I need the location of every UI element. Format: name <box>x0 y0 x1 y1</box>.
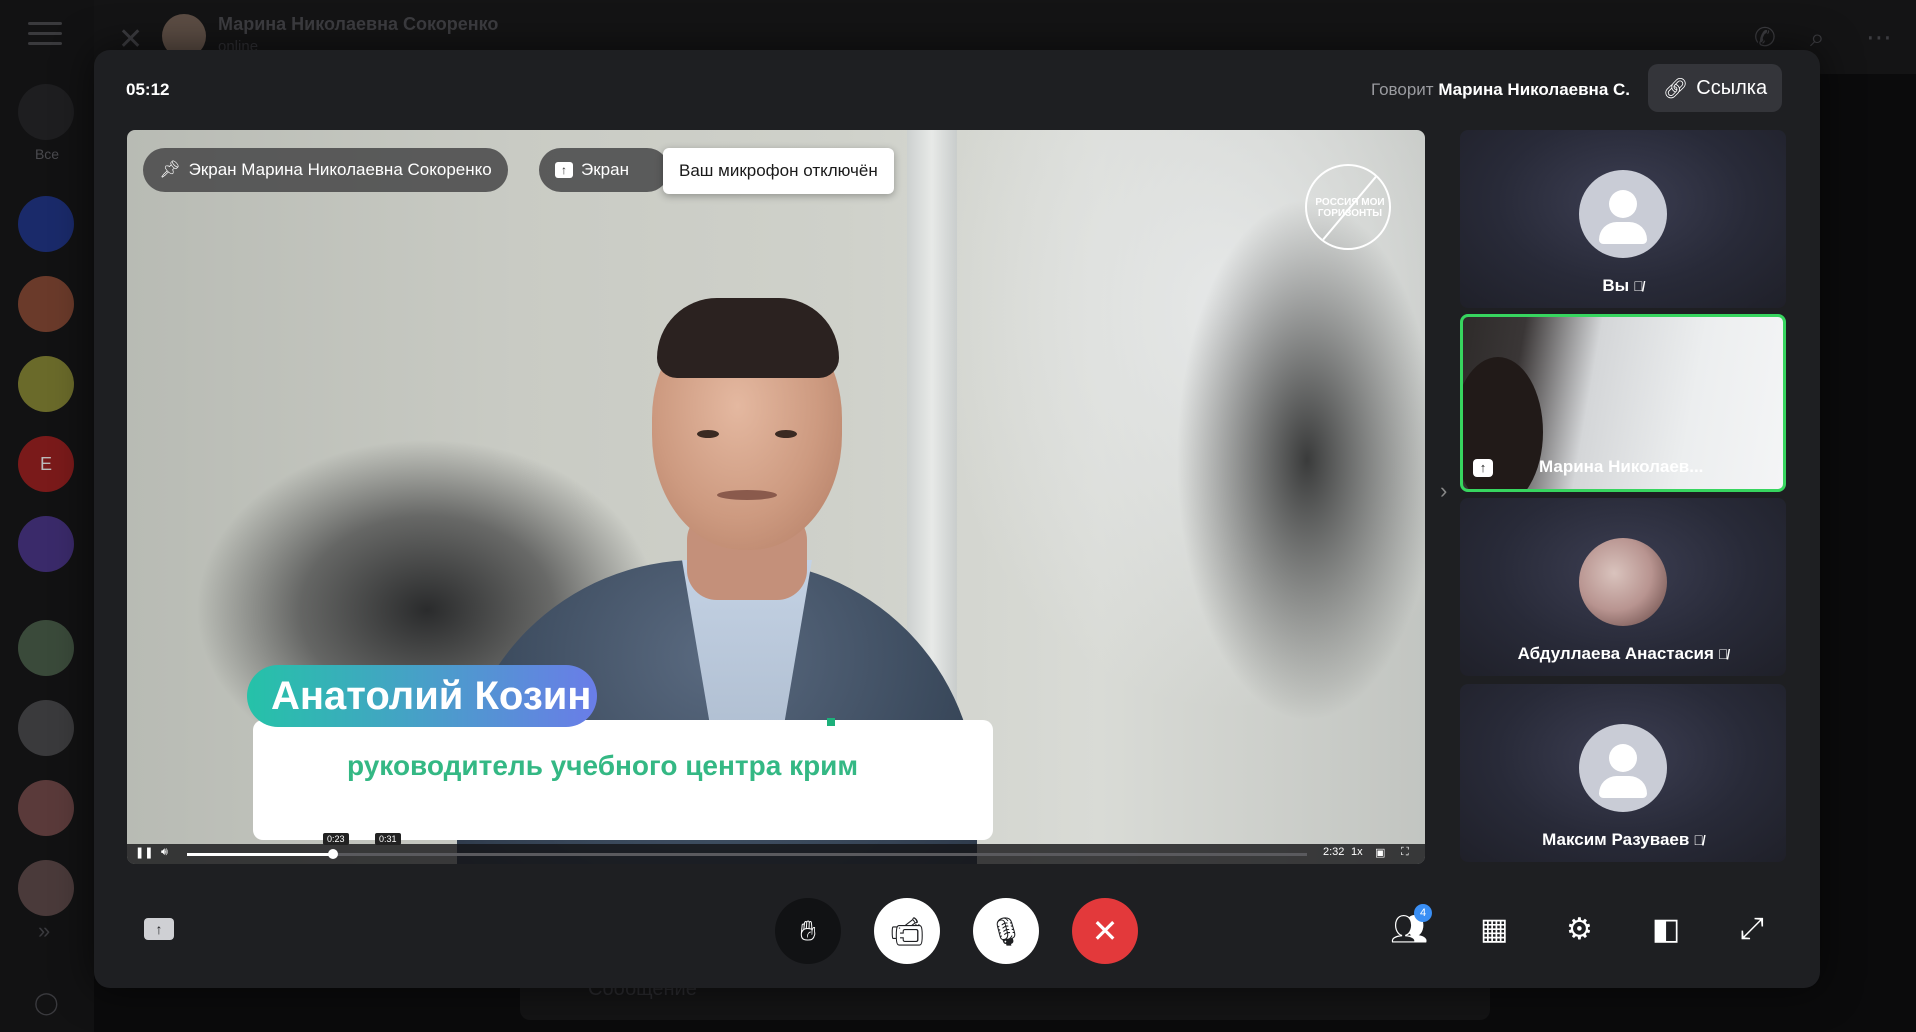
call-window: 05:12 Говорит Марина Николаевна С. 🔗︎ Сс… <box>94 50 1820 988</box>
volume-icon[interactable]: 🔊︎ <box>161 846 168 859</box>
menu-icon[interactable] <box>28 22 62 46</box>
end-call-button[interactable]: ✕ <box>1072 898 1138 964</box>
link-button[interactable]: 🔗︎ Ссылка <box>1648 64 1782 112</box>
grid-icon: ▦ <box>1480 913 1509 946</box>
seek-progress <box>187 853 333 856</box>
seek-handle[interactable] <box>327 849 338 859</box>
duration: 2:32 <box>1323 846 1345 858</box>
video-person-hair <box>657 298 839 378</box>
share-screen-icon: ↑ <box>1473 459 1493 477</box>
contact-name: Марина Николаевна Сокоренко <box>218 14 499 34</box>
expand-icon: ⤢ <box>1740 912 1764 945</box>
avatar <box>1579 724 1667 812</box>
seek-bar[interactable]: 0:23 0:31 <box>187 833 1307 859</box>
search-icon[interactable]: ⌕ <box>1810 22 1825 54</box>
link-icon: 🔗︎ <box>1662 77 1689 100</box>
participant-label: Максим Разуваев 🎙̸ <box>1460 830 1786 850</box>
chat-avatar[interactable] <box>18 516 74 572</box>
more-icon[interactable]: ⋯ <box>1866 22 1892 53</box>
fullscreen-video-icon[interactable]: ⛶ <box>1401 846 1409 859</box>
chat-sidebar: Все E » ◯ <box>0 0 94 1032</box>
participant-label: Вы 🎙̸ <box>1460 276 1786 296</box>
pinned-screen-pill[interactable]: 📌︎ Экран Марина Николаевна Сокоренко <box>143 148 508 192</box>
speed-button[interactable]: 1x <box>1351 846 1363 858</box>
participant-tile-razuvaev[interactable]: Максим Разуваев 🎙̸ <box>1460 684 1786 862</box>
mic-off-icon: 🎙︎ <box>988 915 1024 947</box>
folder-label: Все <box>34 146 60 162</box>
chat-avatar[interactable] <box>18 356 74 412</box>
chat-icon[interactable]: ◯ <box>34 990 59 1016</box>
speaking-prefix: Говорит <box>1371 80 1434 99</box>
settings-button[interactable]: ⚙ <box>1566 912 1593 947</box>
video-player-bar: ❚❚ 🔊︎ 0:23 0:31 2:32 1x ▣ ⛶ <box>127 833 1425 864</box>
chat-avatar[interactable] <box>18 620 74 676</box>
hand-icon: ✋︎ <box>800 914 816 946</box>
chat-avatar[interactable] <box>18 196 74 252</box>
chevron-right-icon[interactable]: › <box>1440 478 1447 504</box>
gear-icon: ⚙ <box>1566 913 1593 946</box>
call-timer: 05:12 <box>126 80 170 99</box>
chat-avatar[interactable] <box>18 860 74 916</box>
video-person-eye <box>775 430 797 438</box>
mic-off-icon: 🎙̸ <box>1693 832 1704 848</box>
camera-off-icon: 📹︎ <box>889 915 925 947</box>
elapsed-time-tip: 0:23 <box>323 833 349 845</box>
logo-text-line2: ГОРИЗОНТЫ <box>1317 208 1383 219</box>
phone-icon[interactable]: ✆ <box>1754 22 1776 53</box>
chat-avatar[interactable] <box>18 276 74 332</box>
participant-name: Вы <box>1602 276 1630 295</box>
layout-button[interactable]: ◧ <box>1652 912 1680 947</box>
brand-logo: РОССИЯ МОИ ГОРИЗОНТЫ <box>1305 164 1391 250</box>
grid-layout-button[interactable]: ▦ <box>1480 912 1508 947</box>
participant-tile-abdullaeva[interactable]: Абдуллаева Анастасия 🎙̸ <box>1460 498 1786 676</box>
screen-share-video[interactable]: 📌︎ Экран Марина Николаевна Сокоренко ↑ Э… <box>127 130 1425 864</box>
hover-time-tip: 0:31 <box>375 833 401 845</box>
layout-icon: ◧ <box>1652 913 1681 946</box>
speaking-name: Марина Николаевна С. <box>1438 80 1630 99</box>
speaking-indicator: Говорит Марина Николаевна С. <box>1371 80 1630 100</box>
caption-dot <box>827 718 835 726</box>
mic-off-icon: 🎙̸ <box>1717 646 1729 662</box>
link-label: Ссылка <box>1696 76 1768 99</box>
video-person-eye <box>697 430 719 438</box>
screen-toggle-pill[interactable]: ↑ Экран <box>539 148 669 192</box>
participant-name: Марина Николаев... <box>1539 457 1704 476</box>
participant-tile-self[interactable]: Вы 🎙̸ <box>1460 130 1786 308</box>
mic-off-icon: 🎙̸ <box>1633 278 1644 294</box>
mic-muted-tooltip: Ваш микрофон отключён <box>663 148 894 194</box>
logo-text-line1: РОССИЯ МОИ <box>1315 197 1385 208</box>
chat-avatar[interactable] <box>18 780 74 836</box>
pinned-screen-label: Экран Марина Николаевна Сокоренко <box>188 160 492 179</box>
participant-name: Максим Разуваев <box>1542 830 1690 849</box>
camera-toggle-button[interactable]: 📹︎ <box>874 898 940 964</box>
chat-avatar-letter[interactable]: E <box>18 436 74 492</box>
avatar-photo <box>1579 538 1667 626</box>
pin-icon: 📌︎ <box>159 160 181 179</box>
share-screen-icon: ↑ <box>555 162 573 178</box>
chat-avatar[interactable] <box>18 700 74 756</box>
participant-label: Абдуллаева Анастасия 🎙̸ <box>1460 644 1786 664</box>
share-screen-button[interactable]: ↑ <box>144 918 174 940</box>
avatar <box>1579 170 1667 258</box>
fullscreen-button[interactable]: ⤢ <box>1740 912 1764 946</box>
video-person-mouth <box>717 490 777 500</box>
name-caption: Анатолий Козин <box>247 665 597 727</box>
pip-icon[interactable]: ▣ <box>1375 846 1385 859</box>
close-icon: ✕ <box>1091 913 1119 949</box>
participant-name: Абдуллаева Анастасия <box>1517 644 1714 663</box>
pause-icon[interactable]: ❚❚ <box>135 846 153 859</box>
folder-icon[interactable] <box>18 84 74 140</box>
screen-toggle-label: Экран <box>581 160 629 179</box>
role-caption: руководитель учебного центра крим <box>347 750 859 781</box>
raise-hand-button[interactable]: ✋︎ <box>775 898 841 964</box>
mic-toggle-button[interactable]: 🎙︎ <box>973 898 1039 964</box>
role-caption-box: руководитель учебного центра крим <box>253 718 993 840</box>
participants-count-badge: 4 <box>1414 904 1432 922</box>
expand-icon[interactable]: » <box>38 918 50 944</box>
participant-tile-marina[interactable]: ↑ Марина Николаев... <box>1460 314 1786 492</box>
